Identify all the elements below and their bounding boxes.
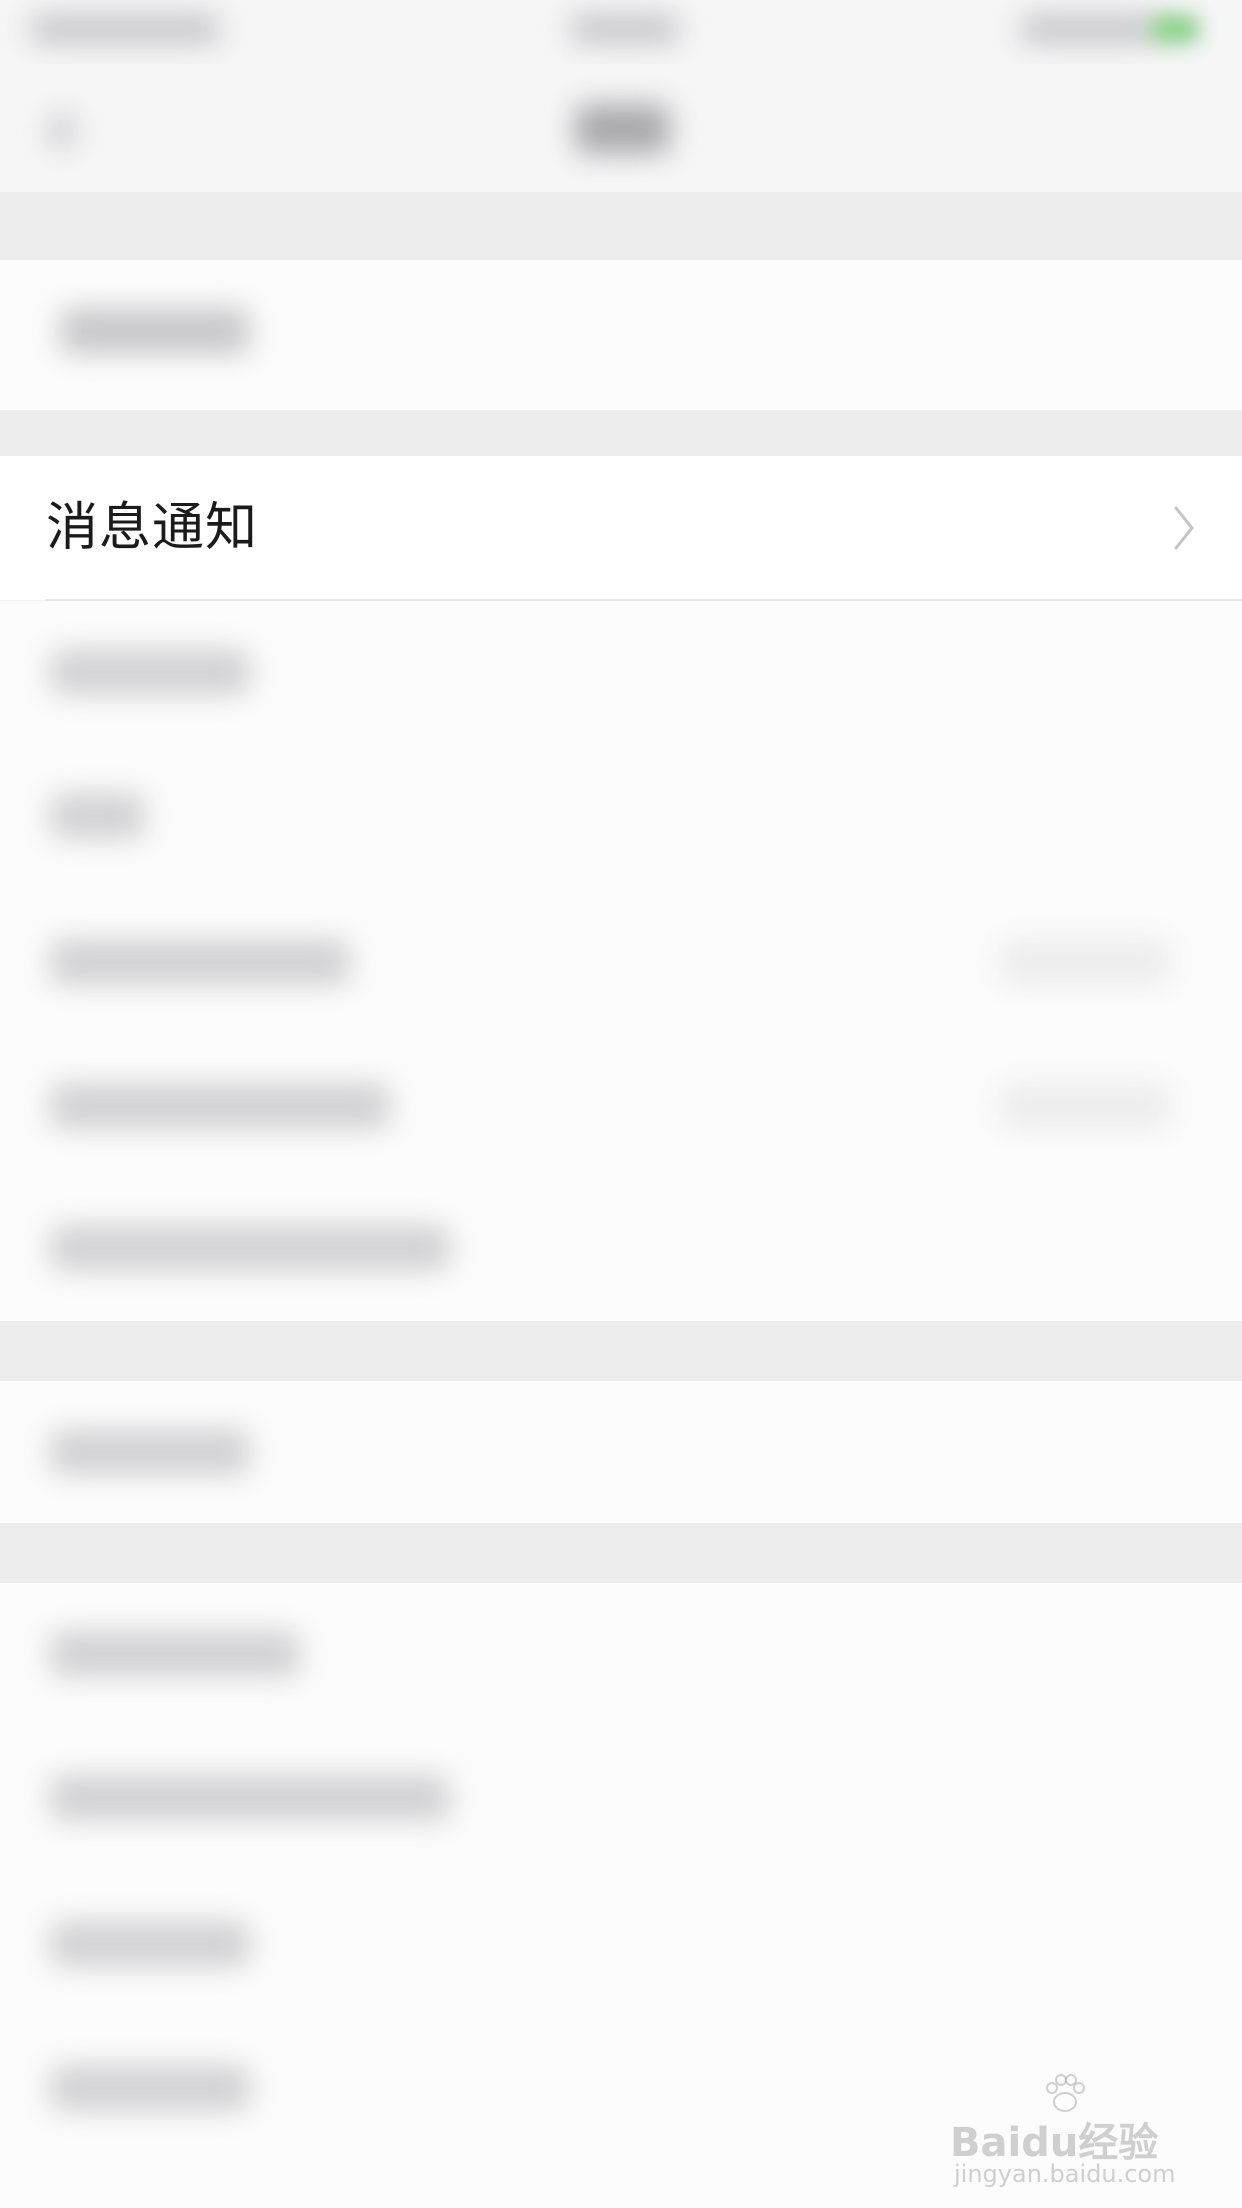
toggle-blurred[interactable] — [1000, 1083, 1170, 1129]
list-section-blurred — [0, 1381, 1242, 1523]
list-item-blurred[interactable] — [50, 649, 250, 695]
watermark-url: jingyan.baidu.com — [954, 2160, 1176, 2188]
status-bar — [0, 0, 1242, 64]
section-gap — [0, 410, 1242, 456]
list-item-blurred[interactable] — [50, 939, 350, 985]
list-item-blurred[interactable] — [50, 1225, 450, 1271]
list-item-blurred[interactable] — [50, 1775, 450, 1821]
nav-title-blurred — [575, 104, 670, 154]
list-item-blurred[interactable] — [50, 1631, 300, 1677]
list-item-blurred[interactable] — [50, 2065, 250, 2111]
baidu-watermark: Baidu经验 jingyan.baidu.com — [950, 2070, 1180, 2190]
chevron-right-icon — [1174, 506, 1194, 550]
account-row-blurred[interactable] — [60, 308, 250, 354]
back-arrow-icon[interactable] — [50, 114, 74, 148]
settings-row-notifications[interactable]: 消息通知 — [0, 456, 1242, 600]
battery-icon — [1150, 14, 1200, 44]
list-section-blurred — [0, 601, 1242, 1321]
settings-screen: 消息通知 Baidu经验 jingyan.baidu.com — [0, 0, 1242, 2208]
list-item-blurred[interactable] — [50, 1921, 250, 1967]
list-item-blurred[interactable] — [50, 793, 145, 839]
section-gap — [0, 1523, 1242, 1583]
list-item-blurred[interactable] — [50, 1083, 390, 1129]
list-item-blurred[interactable] — [50, 1429, 250, 1475]
navigation-bar — [0, 64, 1242, 192]
status-battery-blurred — [1020, 14, 1160, 44]
account-section-blurred — [0, 260, 1242, 410]
settings-row-label: 消息通知 — [46, 498, 259, 558]
section-gap — [0, 192, 1242, 260]
toggle-blurred[interactable] — [1000, 939, 1170, 985]
status-carrier-blurred — [30, 14, 220, 44]
section-gap — [0, 1321, 1242, 1381]
status-time-blurred — [570, 14, 680, 44]
